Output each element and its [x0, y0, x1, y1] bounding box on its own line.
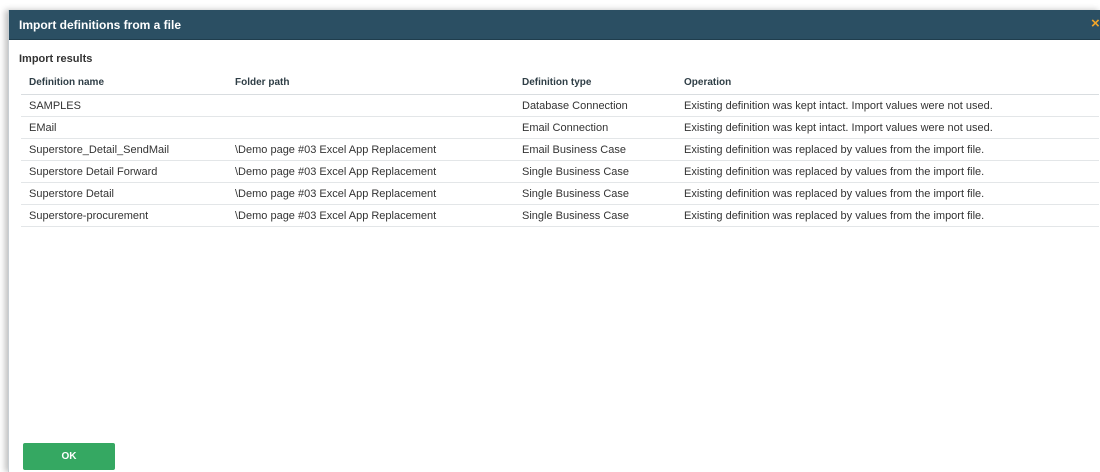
definition-name-cell: Superstore_Detail_SendMail: [29, 144, 170, 156]
import-results-title: Import results: [19, 53, 93, 65]
definition-name-cell: EMail: [29, 122, 57, 134]
dialog-title: Import definitions from a file: [19, 18, 182, 32]
definition-name-cell: Superstore Detail Forward: [29, 166, 158, 178]
definition-name-cell: SAMPLES: [29, 100, 81, 112]
operation-cell: Existing definition was replaced by valu…: [684, 188, 985, 200]
definition-type-cell: Single Business Case: [522, 166, 630, 178]
definition-type-cell: Single Business Case: [522, 210, 630, 222]
close-icon[interactable]: ×: [1091, 16, 1100, 32]
folder-path-cell: \Demo page #03 Excel App Replacement: [235, 166, 437, 178]
column-header-definition-type[interactable]: Definition type: [522, 77, 591, 88]
import-results-table: Definition name Folder path Definition t…: [21, 74, 1099, 227]
table-row[interactable]: Superstore Detail Forward \Demo page #03…: [21, 161, 1099, 183]
column-header-folder-path[interactable]: Folder path: [235, 77, 289, 88]
ok-button[interactable]: OK: [23, 443, 115, 470]
table-header: Definition name Folder path Definition t…: [21, 74, 1099, 95]
folder-path-cell: \Demo page #03 Excel App Replacement: [235, 188, 437, 200]
column-header-operation[interactable]: Operation: [684, 77, 731, 88]
definition-type-cell: Email Connection: [522, 122, 609, 134]
definition-name-cell: Superstore Detail: [29, 188, 114, 200]
table-row[interactable]: SAMPLES Database Connection Existing def…: [21, 95, 1099, 117]
table-row[interactable]: Superstore-procurement \Demo page #03 Ex…: [21, 205, 1099, 227]
table-row[interactable]: EMail Email Connection Existing definiti…: [21, 117, 1099, 139]
definition-type-cell: Database Connection: [522, 100, 628, 112]
column-header-definition-name[interactable]: Definition name: [29, 77, 104, 88]
operation-cell: Existing definition was kept intact. Imp…: [684, 122, 993, 134]
operation-cell: Existing definition was replaced by valu…: [684, 210, 985, 222]
table-row[interactable]: Superstore_Detail_SendMail \Demo page #0…: [21, 139, 1099, 161]
definition-type-cell: Single Business Case: [522, 188, 630, 200]
import-dialog: Import definitions from a file × Import …: [8, 10, 1100, 472]
operation-cell: Existing definition was replaced by valu…: [684, 144, 985, 156]
folder-path-cell: \Demo page #03 Excel App Replacement: [235, 144, 437, 156]
definition-type-cell: Email Business Case: [522, 144, 626, 156]
operation-cell: Existing definition was replaced by valu…: [684, 166, 985, 178]
folder-path-cell: \Demo page #03 Excel App Replacement: [235, 210, 437, 222]
definition-name-cell: Superstore-procurement: [29, 210, 149, 222]
dialog-titlebar: Import definitions from a file ×: [9, 10, 1100, 40]
table-row[interactable]: Superstore Detail \Demo page #03 Excel A…: [21, 183, 1099, 205]
operation-cell: Existing definition was kept intact. Imp…: [684, 100, 993, 112]
